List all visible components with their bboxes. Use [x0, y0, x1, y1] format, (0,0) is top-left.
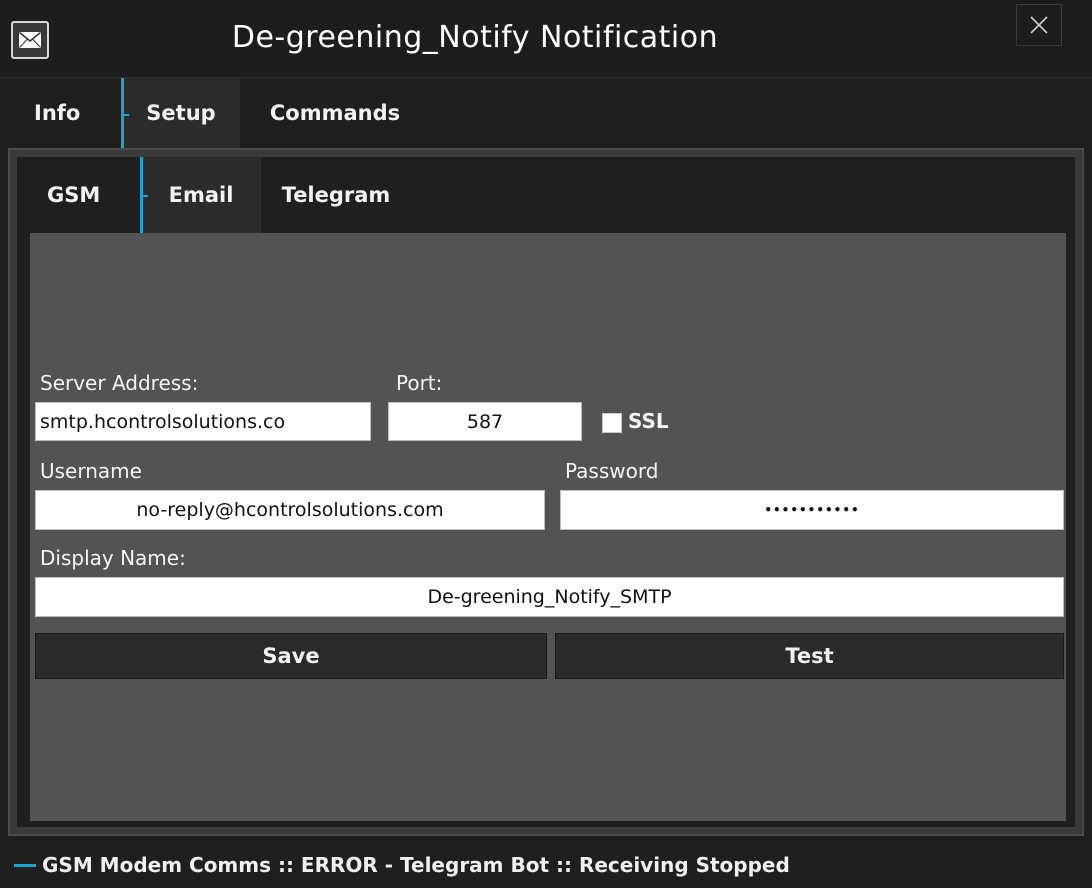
username-label: Username [40, 459, 142, 483]
tab-setup[interactable]: Setup [122, 78, 240, 148]
server-address-input[interactable]: smtp.hcontrolsolutions.co [35, 402, 371, 441]
title-bar: De-greening_Notify Notification [0, 0, 1092, 77]
test-button[interactable]: Test [555, 633, 1064, 679]
close-icon [1030, 16, 1048, 34]
save-button[interactable]: Save [35, 633, 547, 679]
server-address-label: Server Address: [40, 371, 199, 395]
tab-commands[interactable]: Commands [240, 78, 430, 148]
main-tab-bar: Info Setup Commands [0, 78, 1092, 148]
close-button[interactable] [1016, 4, 1062, 46]
tab-info[interactable]: Info [20, 78, 120, 148]
username-input[interactable]: no-reply@hcontrolsolutions.com [35, 490, 545, 530]
notification-window: De-greening_Notify Notification Info Set… [0, 0, 1092, 888]
subtab-email[interactable]: Email [141, 157, 261, 233]
setup-panel-inner: GSM Email Telegram Server Address: smtp.… [17, 157, 1075, 827]
subtab-selection-tick [140, 195, 148, 197]
display-name-label: Display Name: [40, 546, 186, 570]
ssl-label: SSL [628, 409, 669, 433]
tab-selection-indicator [121, 78, 124, 148]
display-name-input[interactable]: De-greening_Notify_SMTP [35, 577, 1064, 617]
ssl-checkbox[interactable] [602, 413, 622, 433]
window-title: De-greening_Notify Notification [231, 20, 719, 55]
password-input[interactable]: ••••••••••• [560, 490, 1064, 530]
password-label: Password [565, 459, 659, 483]
status-indicator [14, 864, 36, 867]
subtab-telegram[interactable]: Telegram [261, 157, 411, 233]
port-label: Port: [396, 371, 443, 395]
setup-panel: GSM Email Telegram Server Address: smtp.… [8, 148, 1084, 836]
email-settings-panel: Server Address: smtp.hcontrolsolutions.c… [30, 233, 1066, 821]
tab-selection-tick [121, 114, 129, 116]
status-text: GSM Modem Comms :: ERROR - Telegram Bot … [42, 853, 790, 877]
subtab-gsm[interactable]: GSM [31, 157, 131, 233]
port-input[interactable]: 587 [388, 402, 582, 441]
status-bar: GSM Modem Comms :: ERROR - Telegram Bot … [0, 840, 1092, 888]
password-mask: ••••••••••• [764, 503, 860, 517]
